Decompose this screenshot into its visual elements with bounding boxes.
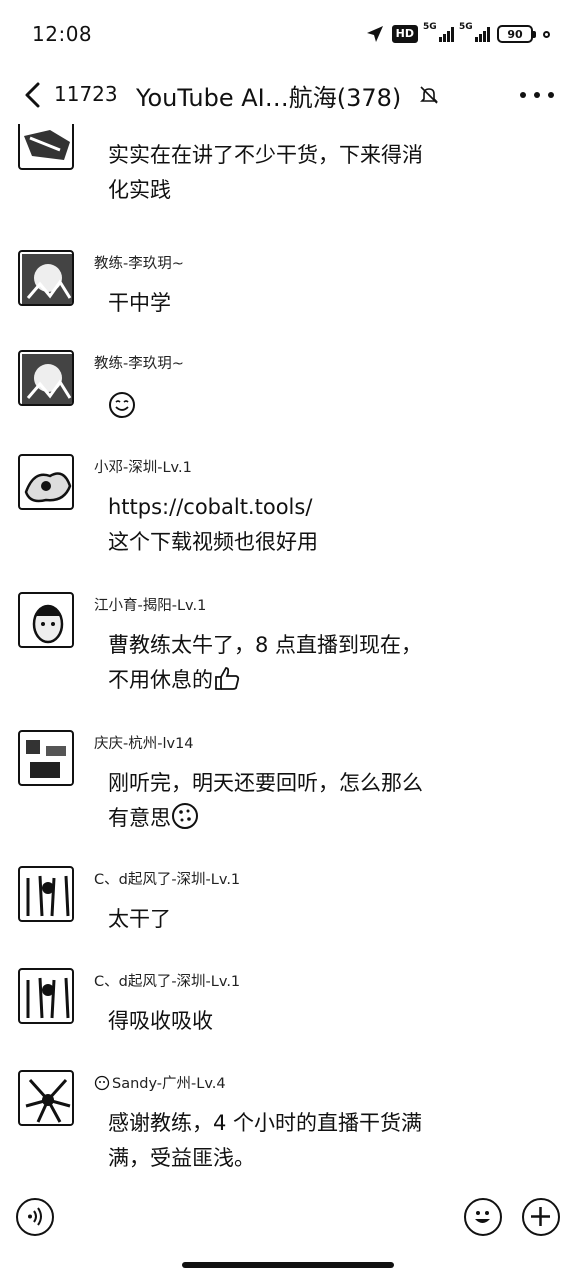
message-text: 干中学 <box>108 286 488 321</box>
emoji-button[interactable] <box>464 1198 502 1236</box>
avatar[interactable] <box>18 968 74 1024</box>
network-label: 5G <box>459 22 473 32</box>
sender-name[interactable]: 教练-李玖玥~ <box>94 352 184 373</box>
plus-icon <box>531 1207 550 1226</box>
message-line: 这个下载视频也很好用 <box>108 530 318 554</box>
status-time: 12:08 <box>32 22 93 46</box>
message-text: 太干了 <box>108 902 488 937</box>
message-text: 实实在在讲了不少干货，下来得消 化实践 <box>108 138 488 208</box>
message-text: https://cobalt.tools/ 这个下载视频也很好用 <box>108 490 488 560</box>
avatar[interactable] <box>18 730 74 786</box>
smile-icon <box>475 1211 490 1223</box>
message-line: 满，受益匪浅。 <box>108 1146 255 1170</box>
message-text: 感谢教练，4 个小时的直播干货满 满，受益匪浅。 <box>108 1106 488 1176</box>
avatar[interactable] <box>18 350 74 406</box>
sender-name[interactable]: 小邓-深圳-Lv.1 <box>94 456 192 477</box>
plus-button[interactable] <box>522 1198 560 1236</box>
sender-name[interactable]: C、d起风了-深圳-Lv.1 <box>94 868 240 889</box>
message-line: 感谢教练，4 个小时的直播干货满 <box>108 1111 423 1135</box>
back-button[interactable] <box>16 78 50 112</box>
message-line: 太干了 <box>108 907 171 931</box>
message-line: 得吸收吸收 <box>108 1009 213 1033</box>
input-bar <box>0 1190 576 1250</box>
avatar[interactable] <box>18 250 74 306</box>
signal-icon: 5G <box>423 22 454 42</box>
voice-button[interactable] <box>16 1198 54 1236</box>
avatar[interactable] <box>18 454 74 510</box>
avatar[interactable] <box>18 124 74 170</box>
battery-level: 90 <box>497 25 533 43</box>
message-text: 曹教练太牛了，8 点直播到现在， 不用休息的 <box>108 628 488 698</box>
message-list[interactable]: 实实在在讲了不少干货，下来得消 化实践 教练-李玖玥~ 干中学 教练-李玖玥~ … <box>0 124 576 1184</box>
mute-bell-icon <box>420 86 438 104</box>
status-icons: HD 5G 5G 90 <box>365 22 550 44</box>
avatar[interactable] <box>18 866 74 922</box>
sender-name[interactable]: Sandy-广州-Lv.4 <box>94 1072 226 1093</box>
avatar[interactable] <box>18 592 74 648</box>
message-line: 不用休息的 <box>108 668 213 692</box>
status-bar: 12:08 HD 5G 5G 90 <box>0 0 576 66</box>
chat-header: 11723 YouTube AI…航海(378) <box>0 66 576 124</box>
cookie-emoji-icon <box>172 803 198 829</box>
smile-emoji-icon <box>109 392 135 418</box>
sender-name[interactable]: 教练-李玖玥~ <box>94 252 184 273</box>
network-label: 5G <box>423 22 437 32</box>
voice-icon <box>28 1207 42 1226</box>
message-link[interactable]: https://cobalt.tools/ <box>108 490 488 525</box>
message-text: 得吸收吸收 <box>108 1004 488 1039</box>
home-indicator[interactable] <box>182 1262 394 1268</box>
sender-name[interactable]: 江小育-揭阳-Lv.1 <box>94 594 206 615</box>
sender-name[interactable]: 庆庆-杭州-lv14 <box>94 732 194 753</box>
message-line: 曹教练太牛了，8 点直播到现在， <box>108 633 423 657</box>
message-line: 有意思 <box>108 806 171 830</box>
hd-badge: HD <box>391 25 418 43</box>
avatar[interactable] <box>18 1070 74 1126</box>
message-line: 化实践 <box>108 178 171 202</box>
message-text <box>108 390 488 425</box>
sender-name[interactable]: C、d起风了-深圳-Lv.1 <box>94 970 240 991</box>
location-arrow-icon <box>366 26 383 42</box>
sender-name-text: Sandy-广州-Lv.4 <box>112 1076 226 1092</box>
chat-title[interactable]: YouTube AI…航海(378) <box>136 78 401 113</box>
message-line: 干中学 <box>108 291 171 315</box>
message-line: 刚听完，明天还要回听，怎么那么 <box>108 771 423 795</box>
face-emoji-icon <box>94 1075 110 1091</box>
battery-icon: 90 <box>497 25 536 43</box>
signal-icon: 5G <box>459 22 490 42</box>
message-text: 刚听完，明天还要回听，怎么那么 有意思 <box>108 766 488 836</box>
message-line: 实实在在讲了不少干货，下来得消 <box>108 143 423 167</box>
unread-count[interactable]: 11723 <box>54 82 118 106</box>
notification-dot-icon <box>543 30 550 38</box>
more-button[interactable] <box>520 80 554 110</box>
thumbs-up-emoji-icon <box>215 667 240 690</box>
